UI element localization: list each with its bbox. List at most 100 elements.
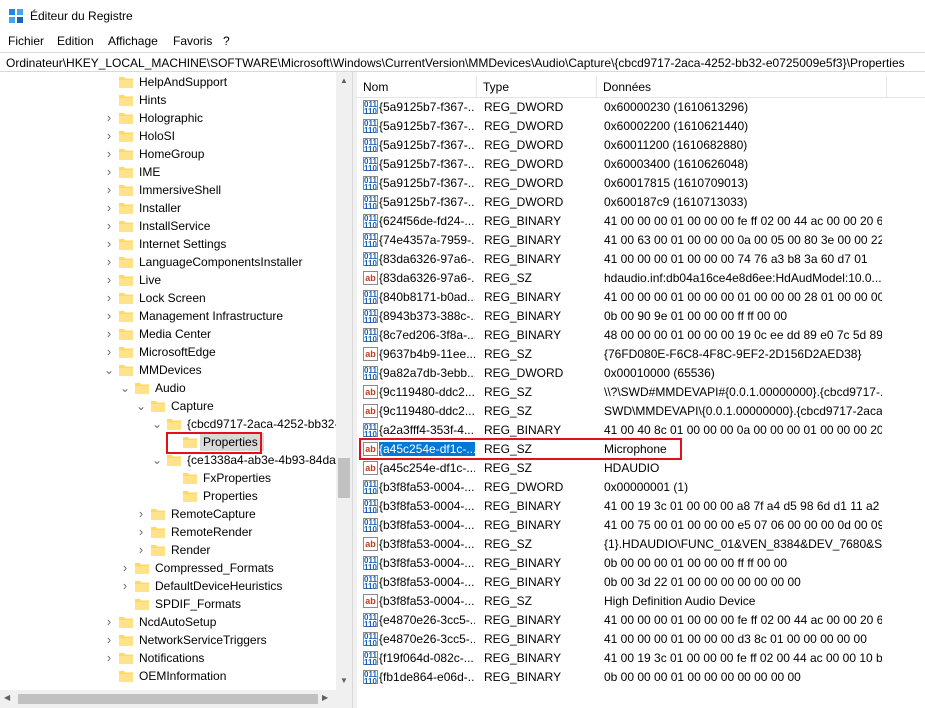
chevron-right-icon[interactable]: › xyxy=(104,309,114,322)
chevron-right-icon[interactable]: › xyxy=(104,147,114,160)
tree-item[interactable]: › HomeGroup xyxy=(0,145,336,163)
chevron-right-icon[interactable]: › xyxy=(136,543,146,556)
list-row[interactable]: ab {9637b4b9-11ee... REG_SZ {76FD080E-F6C8-… xyxy=(357,345,925,364)
list-row[interactable]: 011 110 {5a9125b7-f367-... REG_DWORD 0x60000… xyxy=(357,98,925,117)
list-row[interactable]: ab {83da6326-97a6-... REG_SZ hdaudio.inf:db… xyxy=(357,269,925,288)
tree-item[interactable]: › IME xyxy=(0,163,336,181)
tree-item[interactable]: › Internet Settings xyxy=(0,235,336,253)
tree-item[interactable]: › Installer xyxy=(0,199,336,217)
scroll-right-icon[interactable]: ▶ xyxy=(322,693,328,702)
list-row[interactable]: 011 110 {5a9125b7-f367-... REG_DWORD 0x60017… xyxy=(357,174,925,193)
chevron-right-icon[interactable]: › xyxy=(104,255,114,268)
list-row[interactable]: 011 110 {8c7ed206-3f8a-... REG_BINARY 48 00 … xyxy=(357,326,925,345)
list-row[interactable]: 011 110 {b3f8fa53-0004-... REG_BINARY 41 00 … xyxy=(357,497,925,516)
tree-horizontal-scrollbar[interactable]: ◀ ▶ xyxy=(0,690,336,708)
chevron-right-icon[interactable]: › xyxy=(104,651,114,664)
tree-view[interactable]: HelpAndSupport Hints › Holographic › HoloSI › H… xyxy=(0,72,340,690)
chevron-right-icon[interactable]: › xyxy=(120,579,130,592)
list-row[interactable]: 011 110 {5a9125b7-f367-... REG_DWORD 0x60018… xyxy=(357,193,925,212)
list-row[interactable]: 011 110 {b3f8fa53-0004-... REG_BINARY 0b 00 … xyxy=(357,554,925,573)
chevron-right-icon[interactable]: › xyxy=(104,345,114,358)
tree-vertical-scrollbar[interactable]: ▲ ▼ xyxy=(336,72,352,690)
list-row[interactable]: ab {9c119480-ddc2... REG_SZ SWD\MMDEVAPI\{0… xyxy=(357,402,925,421)
column-header-data[interactable]: Données xyxy=(597,76,887,98)
chevron-down-icon[interactable]: ⌄ xyxy=(120,382,130,394)
tree-item[interactable]: › DefaultDeviceHeuristics xyxy=(0,577,336,595)
chevron-right-icon[interactable]: › xyxy=(104,201,114,214)
tree-item[interactable]: › ImmersiveShell xyxy=(0,181,336,199)
tree-item[interactable]: ⌄ Audio xyxy=(0,379,336,397)
list-row[interactable]: ab {b3f8fa53-0004-... REG_SZ {1}.HDAUDIO\FU… xyxy=(357,535,925,554)
tree-item[interactable]: › Compressed_Formats xyxy=(0,559,336,577)
chevron-right-icon[interactable]: › xyxy=(104,615,114,628)
chevron-right-icon[interactable]: › xyxy=(104,273,114,286)
list-row[interactable]: ab {b3f8fa53-0004-... REG_SZ High Definitio… xyxy=(357,592,925,611)
chevron-right-icon[interactable]: › xyxy=(104,237,114,250)
tree-item[interactable]: › Holographic xyxy=(0,109,336,127)
tree-item[interactable]: ⌄ {cbcd9717-2aca-4252-bb32- xyxy=(0,415,338,433)
menu-help[interactable]: ? xyxy=(223,34,230,48)
list-row[interactable]: 011 110 {5a9125b7-f367-... REG_DWORD 0x60002… xyxy=(357,117,925,136)
list-row[interactable]: 011 110 {83da6326-97a6-... REG_BINARY 41 00 … xyxy=(357,250,925,269)
tree-item[interactable]: Hints xyxy=(0,91,336,109)
chevron-right-icon[interactable]: › xyxy=(104,111,114,124)
tree-item[interactable]: › NcdAutoSetup xyxy=(0,613,336,631)
chevron-down-icon[interactable]: ⌄ xyxy=(152,454,162,466)
list-row[interactable]: 011 110 {624f56de-fd24-... REG_BINARY 41 00 … xyxy=(357,212,925,231)
address-bar[interactable]: Ordinateur\HKEY_LOCAL_MACHINE\SOFTWARE\M… xyxy=(0,52,925,72)
list-row[interactable]: 011 110 {fb1de864-e06d-... REG_BINARY 0b 00 … xyxy=(357,668,925,687)
column-header-type[interactable]: Type xyxy=(477,76,597,98)
tree-item[interactable]: FxProperties xyxy=(0,469,336,487)
chevron-right-icon[interactable]: › xyxy=(104,219,114,232)
values-list-pane[interactable]: Nom Type Données 011 110 {5a9125b7-f367-..… xyxy=(357,72,925,708)
list-row[interactable]: 011 110 {b3f8fa53-0004-... REG_DWORD 0x00000… xyxy=(357,478,925,497)
tree-item[interactable]: SPDIF_Formats xyxy=(0,595,336,613)
list-row[interactable]: 011 110 {9a82a7db-3ebb... REG_DWORD 0x000100… xyxy=(357,364,925,383)
tree-item[interactable]: › RemoteRender xyxy=(0,523,336,541)
chevron-down-icon[interactable]: ⌄ xyxy=(136,400,146,412)
list-row[interactable]: 011 110 {5a9125b7-f367-... REG_DWORD 0x60003… xyxy=(357,155,925,174)
chevron-right-icon[interactable]: › xyxy=(104,291,114,304)
tree-vertical-scroll-thumb[interactable] xyxy=(338,458,350,498)
scroll-left-icon[interactable]: ◀ xyxy=(4,693,10,702)
list-row[interactable]: 011 110 {b3f8fa53-0004-... REG_BINARY 41 00 … xyxy=(357,516,925,535)
menu-favoris[interactable]: Favoris xyxy=(173,34,212,48)
tree-horizontal-scroll-thumb[interactable] xyxy=(18,694,318,704)
column-header-name[interactable]: Nom xyxy=(357,76,477,98)
chevron-right-icon[interactable]: › xyxy=(104,327,114,340)
list-row[interactable]: 011 110 {b3f8fa53-0004-... REG_BINARY 0b 00 … xyxy=(357,573,925,592)
tree-item[interactable]: › RemoteCapture xyxy=(0,505,336,523)
tree-item[interactable]: › Media Center xyxy=(0,325,336,343)
menu-edition[interactable]: Edition xyxy=(57,34,94,48)
list-row[interactable]: ab {a45c254e-df1c-... REG_SZ HDAUDIO xyxy=(357,459,925,478)
menu-affichage[interactable]: Affichage xyxy=(108,34,158,48)
tree-item[interactable]: HelpAndSupport xyxy=(0,73,336,91)
list-row[interactable]: 011 110 {f19f064d-082c-... REG_BINARY 41 00 … xyxy=(357,649,925,668)
tree-pane[interactable]: HelpAndSupport Hints › Holographic › HoloSI › H… xyxy=(0,72,352,708)
scroll-down-icon[interactable]: ▼ xyxy=(340,676,348,685)
chevron-right-icon[interactable]: › xyxy=(136,525,146,538)
tree-item[interactable]: › InstallService xyxy=(0,217,336,235)
tree-item[interactable]: › Lock Screen xyxy=(0,289,336,307)
chevron-right-icon[interactable]: › xyxy=(104,129,114,142)
tree-item[interactable]: › LanguageComponentsInstaller xyxy=(0,253,336,271)
list-row[interactable]: 011 110 {8943b373-388c-... REG_BINARY 0b 00 … xyxy=(357,307,925,326)
list-row[interactable]: 011 110 {74e4357a-7959-... REG_BINARY 41 00 … xyxy=(357,231,925,250)
chevron-right-icon[interactable]: › xyxy=(104,165,114,178)
chevron-down-icon[interactable]: ⌄ xyxy=(104,364,114,376)
tree-item[interactable]: › Management Infrastructure xyxy=(0,307,336,325)
chevron-right-icon[interactable]: › xyxy=(136,507,146,520)
tree-item[interactable]: › Notifications xyxy=(0,649,336,667)
list-row[interactable]: 011 110 {840b8171-b0ad... REG_BINARY 41 00 0… xyxy=(357,288,925,307)
list-row[interactable]: 011 110 {e4870e26-3cc5-... REG_BINARY 41 00 … xyxy=(357,630,925,649)
list-row[interactable]: 011 110 {e4870e26-3cc5-... REG_BINARY 41 00 … xyxy=(357,611,925,630)
chevron-right-icon[interactable]: › xyxy=(120,561,130,574)
chevron-right-icon[interactable]: › xyxy=(104,183,114,196)
tree-item[interactable]: › Live xyxy=(0,271,336,289)
tree-item[interactable]: OEMInformation xyxy=(0,667,336,685)
menu-fichier[interactable]: Fichier xyxy=(8,34,44,48)
chevron-down-icon[interactable]: ⌄ xyxy=(152,418,162,430)
list-row[interactable]: 011 110 {5a9125b7-f367-... REG_DWORD 0x60011… xyxy=(357,136,925,155)
tree-item[interactable]: › HoloSI xyxy=(0,127,336,145)
tree-item[interactable]: › Render xyxy=(0,541,336,559)
